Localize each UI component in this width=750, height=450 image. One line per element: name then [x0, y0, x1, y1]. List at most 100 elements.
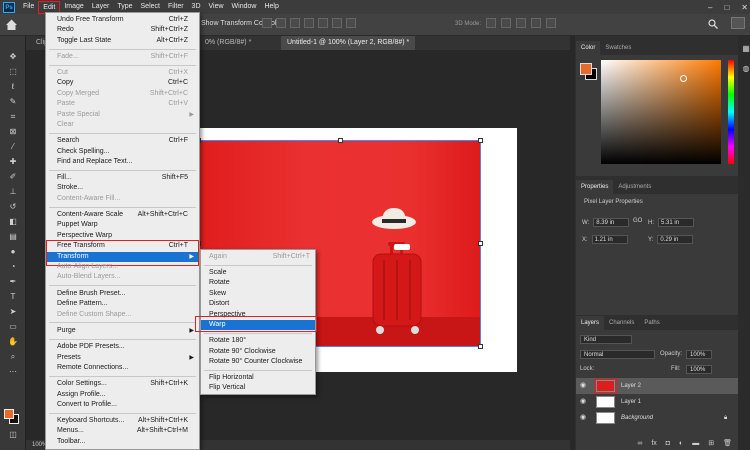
eyedropper-tool-icon[interactable]: ⁄: [7, 142, 19, 152]
menuitem-fade[interactable]: Fade... Shift+Ctrl+F: [46, 52, 199, 62]
menuitem-clear[interactable]: Clear: [46, 120, 199, 130]
menuitem-paste-special[interactable]: Paste Special ▶: [46, 110, 199, 120]
menuitem-define-custom-shape[interactable]: Define Custom Shape...: [46, 310, 199, 320]
hand-tool-icon[interactable]: ✋: [7, 337, 19, 347]
menu-help[interactable]: Help: [260, 0, 282, 14]
quick-select-tool-icon[interactable]: ✎: [7, 97, 19, 107]
dodge-tool-icon[interactable]: ◔: [7, 262, 19, 272]
menuitem-assign-profile[interactable]: Assign Profile...: [46, 390, 199, 400]
fill-field[interactable]: 100%: [686, 365, 712, 374]
align-right-icon[interactable]: [290, 18, 300, 28]
tab-layers[interactable]: Layers: [576, 316, 605, 330]
tab-adjustments[interactable]: Adjustments: [613, 180, 656, 194]
more-tools-icon[interactable]: ⋯: [7, 367, 19, 377]
y-field[interactable]: 0.29 in: [657, 235, 694, 244]
align-middle-icon[interactable]: [318, 18, 328, 28]
stamp-tool-icon[interactable]: ⊥: [7, 187, 19, 197]
zoom-tool-icon[interactable]: ⌕: [7, 352, 19, 362]
menuitem-stroke[interactable]: Stroke...: [46, 183, 199, 193]
trash-icon[interactable]: 🗑︎: [723, 438, 732, 450]
submenuitem-rotate-180[interactable]: Rotate 180°: [201, 336, 315, 346]
menuitem-check-spelling[interactable]: Check Spelling...: [46, 147, 199, 157]
adjustment-icon[interactable]: ◐: [679, 438, 683, 450]
healing-tool-icon[interactable]: ✚: [7, 157, 19, 167]
tab-properties[interactable]: Properties: [576, 180, 614, 194]
transform-handle-top-right[interactable]: [478, 138, 483, 143]
menuitem-search[interactable]: Search Ctrl+F: [46, 136, 199, 146]
menuitem-find-replace[interactable]: Find and Replace Text...: [46, 157, 199, 167]
visibility-eye-icon[interactable]: ◉: [580, 382, 588, 390]
align-top-icon[interactable]: [304, 18, 314, 28]
lasso-tool-icon[interactable]: ℓ: [7, 82, 19, 92]
3d-scale-icon[interactable]: [546, 18, 556, 28]
menuitem-auto-align[interactable]: Auto-Align Layers...: [46, 262, 199, 272]
brush-tool-icon[interactable]: ✐: [7, 172, 19, 182]
frame-tool-icon[interactable]: ⊠: [7, 127, 19, 137]
layer-filter-kind[interactable]: Kind: [580, 335, 632, 344]
brush-panel-icon[interactable]: ◍: [740, 64, 750, 74]
menuitem-convert-profile[interactable]: Convert to Profile...: [46, 400, 199, 410]
menuitem-color-settings[interactable]: Color Settings... Shift+Ctrl+K: [46, 379, 199, 389]
submenuitem-rotate[interactable]: Rotate: [201, 278, 315, 288]
workspace-icon[interactable]: [731, 17, 745, 29]
menuitem-redo[interactable]: Redo Shift+Ctrl+Z: [46, 25, 199, 35]
move-tool-icon[interactable]: ✥: [7, 52, 19, 62]
search-icon[interactable]: [708, 19, 718, 29]
minimize-button[interactable]: –: [708, 3, 712, 12]
submenuitem-rotate-90-cw[interactable]: Rotate 90° Clockwise: [201, 347, 315, 357]
tab-swatches[interactable]: Swatches: [600, 41, 636, 55]
width-field[interactable]: 8.39 in: [593, 218, 630, 227]
height-field[interactable]: 5.31 in: [658, 218, 694, 227]
eraser-tool-icon[interactable]: ◧: [7, 217, 19, 227]
menu-file[interactable]: File: [19, 0, 38, 14]
layer-row-layer-2[interactable]: ◉ Layer 2: [576, 378, 738, 394]
mask-icon[interactable]: ◘: [666, 438, 670, 450]
3d-drag-icon[interactable]: [516, 18, 526, 28]
maximize-button[interactable]: □: [724, 3, 729, 12]
opacity-field[interactable]: 100%: [686, 350, 712, 359]
visibility-eye-icon[interactable]: ◉: [580, 414, 588, 422]
link-icon[interactable]: ∞: [637, 438, 642, 450]
layer-row-layer-1[interactable]: ◉ Layer 1: [576, 394, 738, 410]
submenuitem-flip-vertical[interactable]: Flip Vertical: [201, 383, 315, 393]
menuitem-undo[interactable]: Undo Free Transform Ctrl+Z: [46, 15, 199, 25]
quick-mask-icon[interactable]: ◫: [7, 430, 19, 440]
3d-roll-icon[interactable]: [501, 18, 511, 28]
align-bottom-icon[interactable]: [332, 18, 342, 28]
menuitem-content-aware-scale[interactable]: Content-Aware Scale Alt+Shift+Ctrl+C: [46, 210, 199, 220]
menuitem-presets[interactable]: Presets ▶: [46, 353, 199, 363]
3d-rotate-icon[interactable]: [486, 18, 496, 28]
menuitem-puppet-warp[interactable]: Puppet Warp: [46, 220, 199, 230]
color-picker-cursor[interactable]: [680, 75, 687, 82]
submenuitem-rotate-90-ccw[interactable]: Rotate 90° Counter Clockwise: [201, 357, 315, 367]
menuitem-auto-blend[interactable]: Auto-Blend Layers...: [46, 272, 199, 282]
submenuitem-scale[interactable]: Scale: [201, 268, 315, 278]
home-icon[interactable]: [5, 18, 18, 31]
tab-active-document[interactable]: Untitled-1 @ 100% (Layer 2, RGB/8#) *: [281, 36, 416, 50]
type-tool-icon[interactable]: T: [7, 292, 19, 302]
foreground-color-swatch[interactable]: [4, 409, 14, 419]
layer-name[interactable]: Background: [621, 410, 653, 426]
hue-slider[interactable]: [728, 60, 734, 164]
transform-handle-right[interactable]: [478, 241, 483, 246]
menuitem-purge[interactable]: Purge ▶: [46, 326, 199, 336]
new-layer-icon[interactable]: ⊞: [708, 438, 714, 450]
menuitem-cut[interactable]: Cut Ctrl+X: [46, 68, 199, 78]
path-select-tool-icon[interactable]: ➤: [7, 307, 19, 317]
tab-color[interactable]: Color: [576, 41, 601, 55]
menuitem-define-brush[interactable]: Define Brush Preset...: [46, 289, 199, 299]
blur-tool-icon[interactable]: ●: [7, 247, 19, 257]
submenuitem-again[interactable]: Again Shift+Ctrl+T: [201, 252, 315, 262]
color-picker-field[interactable]: [601, 60, 721, 164]
close-button[interactable]: ✕: [741, 3, 748, 12]
transform-handle-bottom-right[interactable]: [478, 344, 483, 349]
marquee-tool-icon[interactable]: ⬚: [7, 67, 19, 77]
color-panel-foreground-swatch[interactable]: [580, 63, 592, 75]
menuitem-copy-merged[interactable]: Copy Merged Shift+Ctrl+C: [46, 89, 199, 99]
transform-handle-top[interactable]: [338, 138, 343, 143]
distribute-icon[interactable]: [346, 18, 356, 28]
menuitem-fill[interactable]: Fill... Shift+F5: [46, 173, 199, 183]
tab-previous-document[interactable]: 0% (RGB/8#) *: [199, 36, 257, 50]
history-brush-tool-icon[interactable]: ↺: [7, 202, 19, 212]
menuitem-adobe-pdf-presets[interactable]: Adobe PDF Presets...: [46, 342, 199, 352]
